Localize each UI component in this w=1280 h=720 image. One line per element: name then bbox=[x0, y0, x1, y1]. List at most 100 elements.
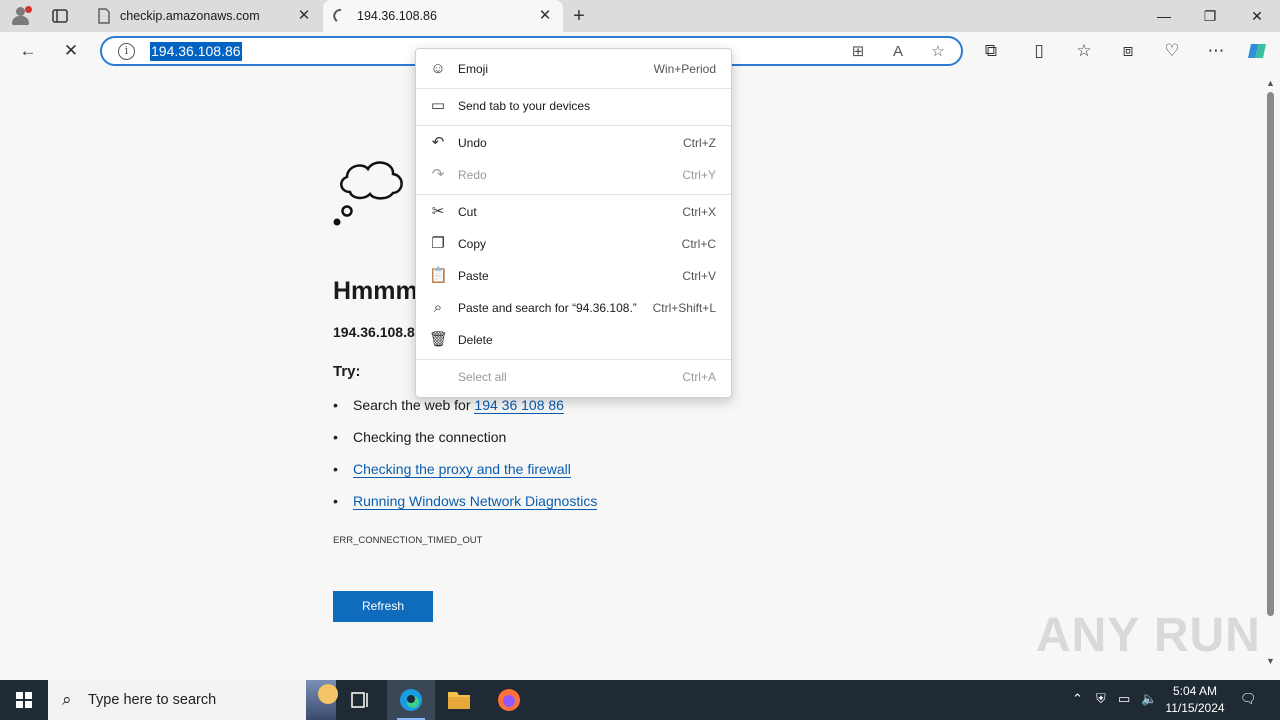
menu-item-shortcut: Ctrl+X bbox=[682, 205, 716, 219]
menu-item-delete[interactable]: 🗑 Delete bbox=[416, 325, 731, 355]
menu-item-redo[interactable]: ↷ Redo Ctrl+Y bbox=[416, 160, 731, 190]
error-code: ERR_CONNECTION_TIMED_OUT bbox=[333, 535, 483, 546]
network-icon[interactable]: ▭ bbox=[1118, 691, 1130, 707]
browser-essentials-icon[interactable]: ♡ bbox=[1161, 40, 1183, 62]
menu-divider bbox=[416, 359, 731, 360]
start-button[interactable] bbox=[0, 680, 48, 720]
edge-taskbar-icon[interactable] bbox=[387, 680, 435, 720]
network-diagnostics-link[interactable]: Running Windows Network Diagnostics bbox=[353, 493, 598, 510]
taskbar-search-box[interactable]: ⌕ Type here to search bbox=[48, 680, 338, 720]
delete-icon: 🗑 bbox=[429, 331, 449, 348]
suggestion-text: Checking the connection bbox=[353, 429, 507, 445]
menu-item-copy[interactable]: ❐ Copy Ctrl+C bbox=[416, 229, 731, 259]
stop-loading-icon[interactable]: ✕ bbox=[60, 40, 82, 62]
favorites-icon[interactable]: ☆ bbox=[1073, 40, 1095, 62]
restore-icon[interactable]: ❐ bbox=[1198, 4, 1222, 28]
copy-icon: ❐ bbox=[431, 235, 445, 252]
profile-avatar-icon[interactable] bbox=[8, 4, 34, 28]
page-scrollbar[interactable]: ▲ ▼ bbox=[1262, 70, 1280, 676]
scroll-down-icon[interactable]: ▼ bbox=[1266, 656, 1275, 666]
firefox-icon[interactable] bbox=[485, 680, 533, 720]
menu-item-label: Undo bbox=[458, 136, 487, 150]
paste-icon: 📋 bbox=[429, 267, 448, 284]
page-icon bbox=[96, 8, 112, 24]
apps-icon[interactable]: ⊞ bbox=[848, 42, 868, 62]
clock-time: 5:04 AM bbox=[1172, 684, 1218, 698]
copilot-icon[interactable] bbox=[1246, 40, 1268, 62]
address-url[interactable]: 194.36.108.86 bbox=[150, 42, 242, 61]
extensions-icon[interactable]: ⧉ bbox=[980, 40, 1002, 62]
scroll-up-icon[interactable]: ▲ bbox=[1266, 78, 1275, 88]
menu-item-label: Paste bbox=[458, 269, 489, 283]
menu-item-label: Copy bbox=[458, 237, 487, 251]
search-web-link[interactable]: 194 36 108 86 bbox=[474, 397, 564, 414]
tab-title: 194.36.108.86 bbox=[357, 9, 437, 23]
task-view-icon[interactable] bbox=[336, 680, 384, 720]
split-screen-icon[interactable]: ▯ bbox=[1028, 40, 1050, 62]
tab-checkip[interactable]: checkip.amazonaws.com ✕ bbox=[86, 0, 322, 32]
loading-spinner-icon bbox=[333, 8, 349, 24]
search-icon: ⌕ bbox=[62, 690, 72, 709]
taskbar-clock[interactable]: 5:04 AM 11/15/2024 bbox=[1150, 683, 1240, 717]
more-menu-icon[interactable]: ⋯ bbox=[1205, 40, 1227, 62]
menu-item-shortcut: Ctrl+C bbox=[681, 237, 716, 251]
menu-item-emoji[interactable]: ☺ Emoji Win+Period bbox=[416, 54, 731, 84]
menu-item-shortcut: Win+Period bbox=[653, 62, 716, 76]
tab-actions-icon[interactable] bbox=[50, 6, 70, 26]
suggestion-proxy: • Checking the proxy and the firewall bbox=[333, 461, 571, 478]
defender-icon[interactable]: ⛨ bbox=[1096, 691, 1106, 707]
new-tab-icon[interactable]: + bbox=[568, 5, 590, 27]
thinking-cloud-icon bbox=[330, 152, 410, 232]
menu-item-shortcut: Ctrl+V bbox=[682, 269, 716, 283]
notifications-icon[interactable]: 🗨 bbox=[1240, 691, 1257, 707]
menu-item-shortcut: Ctrl+Shift+L bbox=[652, 301, 716, 315]
menu-item-shortcut: Ctrl+Z bbox=[683, 136, 716, 150]
collections-icon[interactable]: ⧈ bbox=[1117, 40, 1139, 62]
menu-item-paste[interactable]: 📋 Paste Ctrl+V bbox=[416, 261, 731, 291]
undo-icon: ↶ bbox=[431, 134, 445, 151]
menu-divider bbox=[416, 125, 731, 126]
refresh-button[interactable]: Refresh bbox=[333, 591, 433, 622]
tab-strip: checkip.amazonaws.com ✕ 194.36.108.86 ✕ … bbox=[0, 0, 1280, 32]
menu-divider bbox=[416, 194, 731, 195]
menu-item-label: Cut bbox=[458, 205, 477, 219]
suggestion-search: • Search the web for 194 36 108 86 bbox=[333, 397, 564, 414]
read-aloud-icon[interactable]: A bbox=[888, 42, 908, 62]
tab-active[interactable]: 194.36.108.86 ✕ bbox=[323, 0, 563, 32]
favorite-star-icon[interactable]: ☆ bbox=[928, 42, 948, 62]
context-menu: ☺ Emoji Win+Period ▭ Send tab to your de… bbox=[415, 48, 732, 398]
menu-item-shortcut: Ctrl+A bbox=[682, 370, 716, 384]
scroll-thumb[interactable] bbox=[1267, 92, 1274, 616]
menu-item-label: Select all bbox=[458, 370, 507, 384]
menu-item-send-tab[interactable]: ▭ Send tab to your devices bbox=[416, 91, 731, 121]
search-highlight-moon bbox=[318, 684, 338, 704]
menu-divider bbox=[416, 88, 731, 89]
menu-item-label: Emoji bbox=[458, 62, 489, 76]
suggestion-diagnostics: • Running Windows Network Diagnostics bbox=[333, 493, 598, 510]
taskbar: ⌕ Type here to search ⌃ ⛨ ▭ 🔈 5:04 AM 11… bbox=[0, 680, 1280, 720]
minimize-icon[interactable]: — bbox=[1152, 4, 1176, 28]
watermark: ANY RUN bbox=[1036, 609, 1261, 662]
menu-item-label: Delete bbox=[458, 333, 493, 347]
close-tab-icon[interactable]: ✕ bbox=[296, 8, 312, 24]
clock-date: 11/15/2024 bbox=[1165, 701, 1225, 715]
menu-item-paste-search[interactable]: ⌕ Paste and search for “94.36.108.” Ctrl… bbox=[416, 293, 731, 323]
suggestion-text: Search the web for bbox=[353, 397, 471, 413]
paste-search-icon: ⌕ bbox=[433, 299, 443, 316]
emoji-icon: ☺ bbox=[430, 60, 446, 77]
menu-item-undo[interactable]: ↶ Undo Ctrl+Z bbox=[416, 128, 731, 158]
show-hidden-icons[interactable]: ⌃ bbox=[1072, 691, 1083, 707]
close-window-icon[interactable]: ✕ bbox=[1245, 4, 1269, 28]
menu-item-select-all[interactable]: Select all Ctrl+A bbox=[416, 362, 731, 392]
menu-item-label: Paste and search for “94.36.108.” bbox=[458, 301, 637, 315]
suggestion-connection: • Checking the connection bbox=[333, 429, 507, 445]
search-placeholder: Type here to search bbox=[88, 692, 217, 708]
menu-item-cut[interactable]: ✂ Cut Ctrl+X bbox=[416, 197, 731, 227]
close-tab-icon[interactable]: ✕ bbox=[537, 8, 553, 24]
back-icon[interactable]: ← bbox=[17, 40, 39, 62]
tab-title: checkip.amazonaws.com bbox=[120, 9, 260, 23]
file-explorer-icon[interactable] bbox=[435, 680, 483, 720]
cut-icon: ✂ bbox=[431, 203, 445, 220]
proxy-firewall-link[interactable]: Checking the proxy and the firewall bbox=[353, 461, 571, 478]
site-info-icon[interactable]: i bbox=[118, 43, 135, 60]
